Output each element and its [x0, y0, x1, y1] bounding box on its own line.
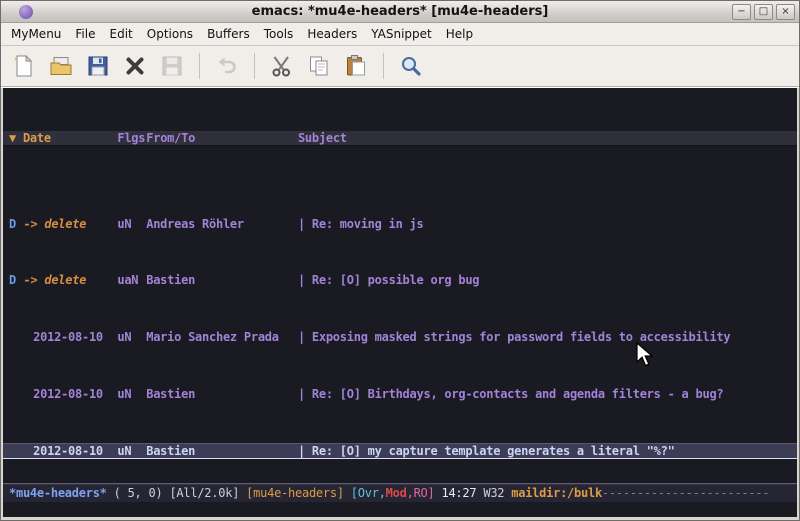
- menu-item-mymenu[interactable]: MyMenu: [4, 24, 68, 44]
- menu-item-edit[interactable]: Edit: [103, 24, 140, 44]
- title-bar[interactable]: emacs: *mu4e-headers* [mu4e-headers] − □…: [1, 1, 799, 23]
- message-from: Bastien: [146, 444, 298, 458]
- menu-item-tools[interactable]: Tools: [257, 24, 301, 44]
- message-subject: | Re: [O] possible org bug: [298, 273, 797, 287]
- modeline-readonly-flag: ,RO]: [407, 486, 442, 500]
- message-from: Bastien: [146, 273, 298, 287]
- paste-icon[interactable]: [340, 50, 372, 82]
- message-row[interactable]: 2012-08-10 uN Bastien | Re: [O] Birthday…: [3, 387, 797, 401]
- close-button[interactable]: ×: [776, 4, 795, 20]
- message-subject: | Re: [O] my capture template generates …: [298, 444, 797, 458]
- emacs-icon: [19, 5, 33, 19]
- open-file-icon[interactable]: [45, 50, 77, 82]
- message-date: 2012-08-10: [23, 444, 102, 458]
- minimize-button[interactable]: −: [732, 4, 751, 20]
- menu-item-yasnippet[interactable]: YASnippet: [364, 24, 439, 44]
- menu-item-options[interactable]: Options: [140, 24, 200, 44]
- echo-area[interactable]: [3, 502, 797, 517]
- modeline-window-id: W32: [483, 486, 511, 500]
- message-from: Andreas Röhler: [146, 217, 298, 231]
- message-subject: | Re: [O] Birthdays, org-contacts and ag…: [298, 387, 797, 401]
- undo-icon[interactable]: [211, 50, 243, 82]
- headers-buffer: ▼ Date Flgs From/To Subject D -> delete …: [3, 88, 797, 483]
- menu-item-help[interactable]: Help: [439, 24, 480, 44]
- window-title: emacs: *mu4e-headers* [mu4e-headers]: [1, 4, 799, 19]
- modeline-position: ( 5, 0): [107, 486, 170, 500]
- copy-icon[interactable]: [303, 50, 335, 82]
- message-row[interactable]: D -> delete uaN Bastien | Re: [O] possib…: [3, 273, 797, 287]
- menu-bar: MyMenuFileEditOptionsBuffersToolsHeaders…: [1, 23, 799, 46]
- menu-item-headers[interactable]: Headers: [300, 24, 364, 44]
- message-row[interactable]: 2012-08-10 uN Bastien | Re: [O] my captu…: [3, 444, 797, 458]
- mark-char: [9, 444, 23, 458]
- column-subject: Subject: [298, 131, 347, 145]
- new-file-icon[interactable]: [8, 50, 40, 82]
- menu-item-file[interactable]: File: [68, 24, 102, 44]
- modeline-overwrite-flag: [Ovr,: [351, 486, 386, 500]
- message-from: Bastien: [146, 387, 298, 401]
- message-date: 2012-08-10: [23, 330, 102, 344]
- toolbar-separator: [383, 53, 384, 79]
- modeline-buffer-name: *mu4e-headers*: [9, 486, 107, 500]
- column-flags: Flgs: [117, 131, 146, 145]
- sort-column-date[interactable]: ▼ Date: [9, 131, 117, 145]
- column-gap: [103, 330, 117, 344]
- search-icon[interactable]: [395, 50, 427, 82]
- mode-line[interactable]: *mu4e-headers* ( 5, 0) [All/2.0k] [mu4e-…: [3, 483, 797, 502]
- message-flags: uN: [117, 330, 146, 344]
- message-flags: uN: [117, 217, 146, 231]
- modeline-maildir: maildir:/bulk: [511, 486, 602, 500]
- message-flags: uaN: [117, 273, 146, 287]
- column-gap: [103, 387, 117, 401]
- message-subject: | Exposing masked strings for password f…: [298, 330, 797, 344]
- mark-char: D: [9, 273, 23, 287]
- message-flags: uN: [117, 387, 146, 401]
- toolbar-separator: [254, 53, 255, 79]
- message-row[interactable]: D -> delete uN Andreas Röhler | Re: movi…: [3, 217, 797, 231]
- toolbar-separator: [199, 53, 200, 79]
- header-line[interactable]: ▼ Date Flgs From/To Subject: [3, 131, 797, 146]
- message-subject: | Re: moving in js: [298, 217, 797, 231]
- cut-icon[interactable]: [266, 50, 298, 82]
- modeline-clock: 14:27: [441, 486, 483, 500]
- save-icon[interactable]: [82, 50, 114, 82]
- modeline-modified-flag: Mod: [386, 486, 407, 500]
- mouse-cursor: [635, 342, 657, 368]
- mark-char: D: [9, 217, 23, 231]
- mark-char: [9, 330, 23, 344]
- menu-item-buffers[interactable]: Buffers: [200, 24, 257, 44]
- emacs-window: emacs: *mu4e-headers* [mu4e-headers] − □…: [0, 0, 800, 521]
- window-controls: − □ ×: [732, 4, 795, 20]
- modeline-major-mode: [mu4e-headers]: [246, 486, 351, 500]
- message-date: -> delete: [23, 217, 102, 231]
- message-flags: uN: [117, 444, 146, 458]
- message-date: 2012-08-10: [23, 387, 102, 401]
- kill-buffer-icon[interactable]: [119, 50, 151, 82]
- column-gap: [103, 444, 117, 458]
- column-gap: [103, 273, 117, 287]
- toolbar: [1, 46, 799, 87]
- modeline-size: [All/2.0k]: [169, 486, 246, 500]
- message-from: Mario Sanchez Prada: [146, 330, 298, 344]
- message-list: D -> delete uN Andreas Röhler | Re: movi…: [3, 188, 797, 483]
- message-row[interactable]: 2012-08-10 uN Mario Sanchez Prada | Expo…: [3, 330, 797, 344]
- message-date: -> delete: [23, 273, 102, 287]
- column-from: From/To: [146, 131, 298, 145]
- frame: ▼ Date Flgs From/To Subject D -> delete …: [1, 87, 799, 520]
- column-gap: [103, 217, 117, 231]
- mark-char: [9, 387, 23, 401]
- maximize-button[interactable]: □: [754, 4, 773, 20]
- save-as-icon[interactable]: [156, 50, 188, 82]
- modeline-dashes: ------------------------: [602, 486, 769, 500]
